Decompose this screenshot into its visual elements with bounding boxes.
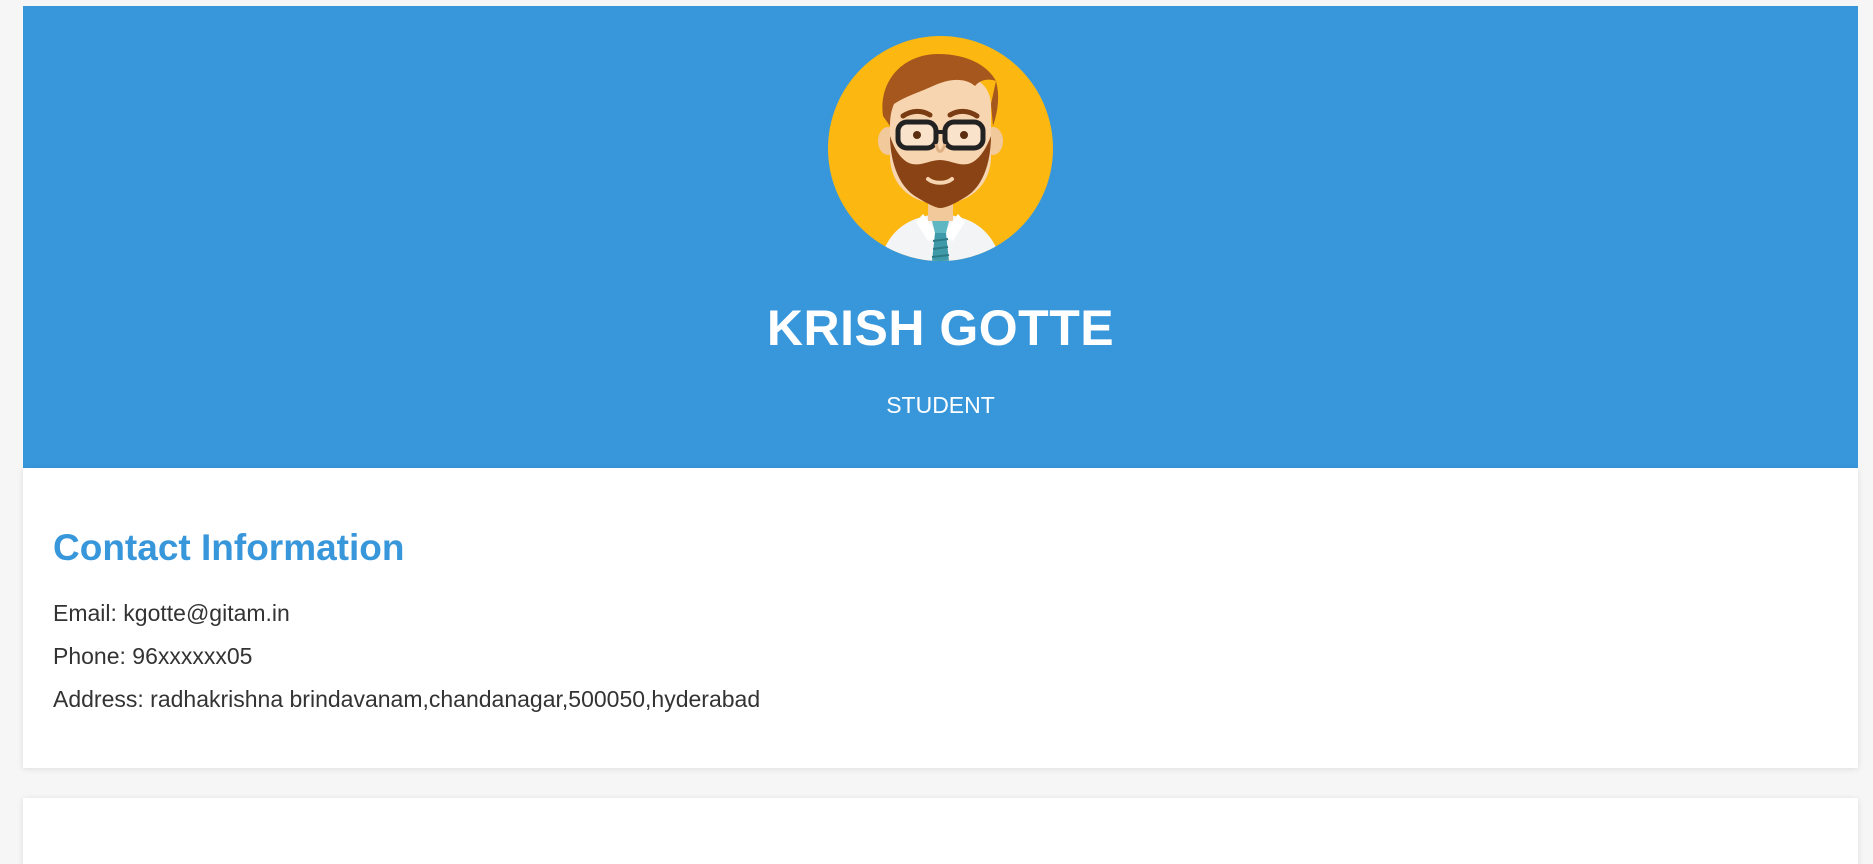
profile-name: KRISH GOTTE (766, 300, 1115, 356)
avatar (828, 36, 1053, 261)
profile-header: KRISH GOTTE STUDENT (23, 6, 1858, 468)
contact-phone: Phone: 96xxxxxx05 (53, 643, 253, 669)
next-section-card (23, 798, 1858, 864)
contact-info-card: Contact Information Email: kgotte@gitam.… (23, 468, 1858, 768)
resume-page: KRISH GOTTE STUDENT Contact Information … (0, 0, 1873, 864)
contact-address: Address: radhakrishna brindavanam,chanda… (53, 686, 761, 712)
bearded-man-avatar-icon (878, 54, 1003, 261)
contact-email: Email: kgotte@gitam.in (53, 600, 290, 626)
section-title: Contact Information (53, 527, 405, 568)
profile-role: STUDENT (886, 392, 995, 418)
